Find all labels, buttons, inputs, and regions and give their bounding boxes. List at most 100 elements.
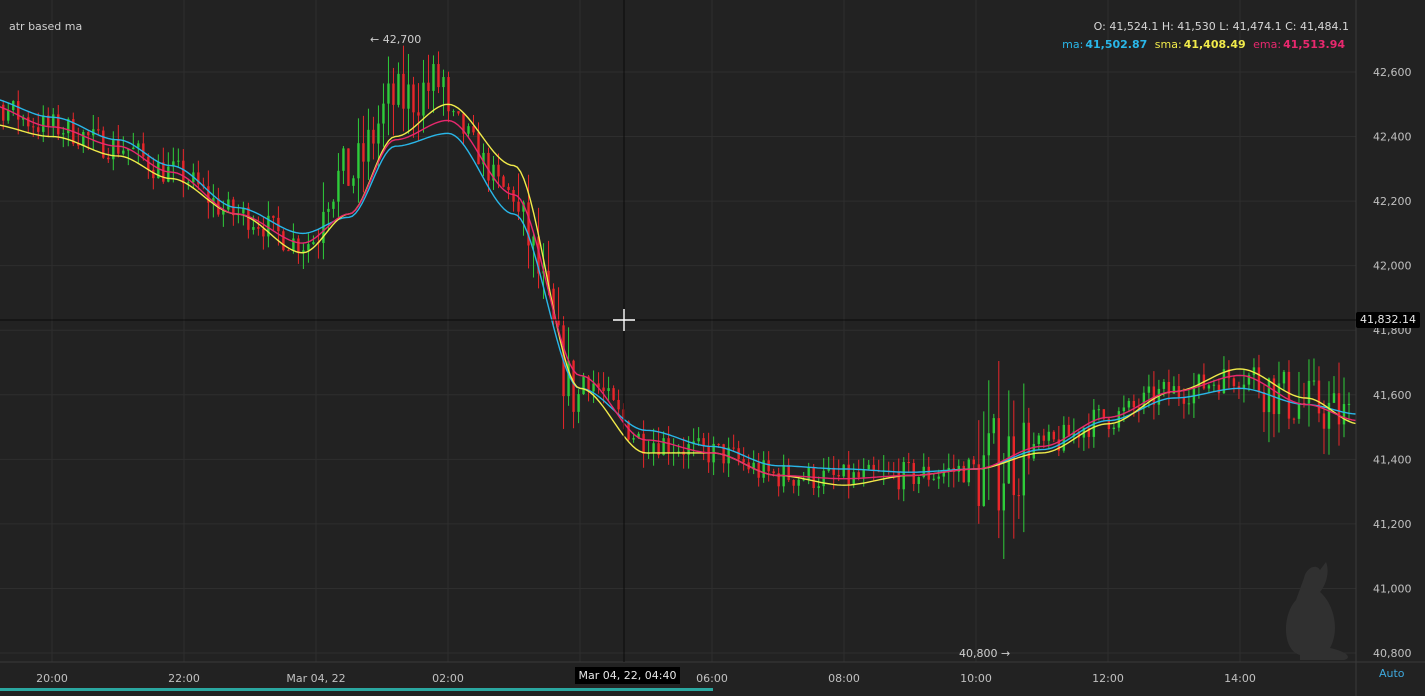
candle-body bbox=[1187, 403, 1191, 405]
candle-body bbox=[1317, 380, 1321, 414]
candle-body bbox=[377, 123, 380, 144]
x-tick-label: 06:00 bbox=[696, 672, 728, 685]
low-value: 41,474.1 bbox=[1232, 20, 1282, 33]
candle-body bbox=[457, 111, 460, 114]
candle-body bbox=[1327, 402, 1331, 429]
y-tick-label: 41,200 bbox=[1373, 518, 1412, 531]
candle-body bbox=[602, 387, 605, 392]
y-tick-label: 42,000 bbox=[1373, 260, 1412, 273]
legend-ema-value: 41,513.94 bbox=[1283, 38, 1345, 51]
candle-body bbox=[1282, 371, 1286, 384]
candle-body bbox=[372, 129, 375, 144]
candle-body bbox=[432, 64, 435, 91]
candle-body bbox=[697, 438, 700, 442]
candle-body bbox=[1322, 413, 1326, 429]
candle-body bbox=[667, 438, 670, 453]
candle-body bbox=[262, 228, 265, 237]
candle-body bbox=[502, 176, 505, 187]
candle-body bbox=[797, 479, 800, 486]
candle-body bbox=[732, 447, 735, 449]
candle-body bbox=[347, 148, 350, 186]
candle-body bbox=[1002, 483, 1005, 511]
series-line-sma bbox=[0, 103, 1356, 486]
y-tick-label: 42,600 bbox=[1373, 66, 1412, 79]
candle-body bbox=[1112, 427, 1116, 430]
candle-body bbox=[917, 477, 920, 484]
candle-body bbox=[642, 433, 645, 454]
candle-body bbox=[607, 388, 610, 392]
candle-body bbox=[927, 466, 930, 480]
y-tick-label: 42,200 bbox=[1373, 195, 1412, 208]
candle-body bbox=[792, 480, 795, 486]
open-value: 41,524.1 bbox=[1109, 20, 1159, 33]
candle-body bbox=[1097, 409, 1101, 411]
candle-body bbox=[162, 162, 165, 182]
candle-body bbox=[467, 126, 470, 134]
candle-body bbox=[707, 446, 710, 463]
candle-body bbox=[992, 418, 995, 434]
auto-scale-button[interactable]: Auto bbox=[1379, 667, 1405, 680]
chart-area[interactable]: 42,600 42,400 42,200 42,000 41,800 41,600 41,4… bbox=[0, 0, 1425, 696]
candle-body bbox=[1192, 386, 1196, 404]
y-tick-label: 41,000 bbox=[1373, 582, 1412, 595]
candle-body bbox=[1337, 393, 1341, 425]
candle-body bbox=[37, 127, 40, 132]
candle-body bbox=[332, 201, 335, 209]
x-tick-label: 10:00 bbox=[960, 672, 992, 685]
x-tick-label: 02:00 bbox=[432, 672, 464, 685]
crosshair bbox=[0, 0, 1356, 662]
x-tick-label: Mar 04, 22 bbox=[286, 672, 345, 685]
candle-body bbox=[772, 471, 775, 474]
y-tick-label: 40,800 bbox=[1373, 647, 1412, 660]
candle-body bbox=[1297, 402, 1301, 419]
x-tick-label: 20:00 bbox=[36, 672, 68, 685]
candle-body bbox=[442, 77, 445, 88]
candle-body bbox=[1262, 392, 1266, 413]
candle-body bbox=[122, 150, 125, 154]
candle-body bbox=[452, 111, 455, 113]
candle-body bbox=[1207, 385, 1211, 389]
candle-body bbox=[132, 147, 135, 150]
time-scrollbar bbox=[0, 688, 713, 691]
candle-body bbox=[1017, 495, 1021, 497]
high-marker-label: ← 42,700 bbox=[370, 33, 422, 46]
candle-body bbox=[1042, 435, 1046, 441]
candle-body bbox=[52, 114, 55, 127]
candle-body bbox=[617, 399, 620, 410]
candle-body bbox=[1232, 378, 1236, 387]
x-tick-label: 08:00 bbox=[828, 672, 860, 685]
candle-body bbox=[1022, 422, 1026, 496]
candle-body bbox=[327, 208, 330, 212]
candle-body bbox=[1012, 436, 1016, 496]
candle-body bbox=[842, 464, 845, 477]
moving-average-lines bbox=[0, 99, 1356, 486]
y-tick-label: 41,600 bbox=[1373, 389, 1412, 402]
price-chart[interactable]: 42,60042,40042,20042,00041,80041,60041,4… bbox=[0, 0, 1425, 696]
candle-body bbox=[1027, 422, 1031, 459]
candle-body bbox=[1212, 384, 1216, 386]
candle-body bbox=[287, 250, 290, 252]
candle-body bbox=[1307, 380, 1311, 404]
candle-body bbox=[182, 160, 185, 184]
candle-body bbox=[1052, 431, 1056, 440]
candle-body bbox=[1162, 381, 1166, 389]
candle-body bbox=[1312, 380, 1316, 382]
candle-body bbox=[497, 164, 500, 177]
candle-body bbox=[97, 129, 100, 131]
candle-body bbox=[282, 231, 285, 251]
candle-body bbox=[62, 133, 65, 135]
candle-body bbox=[312, 242, 315, 245]
candle-body bbox=[367, 129, 370, 162]
candle-body bbox=[612, 388, 615, 400]
candle-body bbox=[402, 73, 405, 109]
candle-body bbox=[1037, 435, 1041, 445]
candlesticks bbox=[2, 45, 1351, 559]
candle-body bbox=[87, 132, 90, 136]
candle-body bbox=[1292, 418, 1296, 420]
candle-body bbox=[867, 464, 870, 470]
candle-body bbox=[592, 383, 595, 392]
candle-body bbox=[977, 464, 980, 506]
candle-body bbox=[972, 459, 975, 465]
candle-body bbox=[352, 178, 355, 186]
candle-body bbox=[582, 376, 585, 395]
